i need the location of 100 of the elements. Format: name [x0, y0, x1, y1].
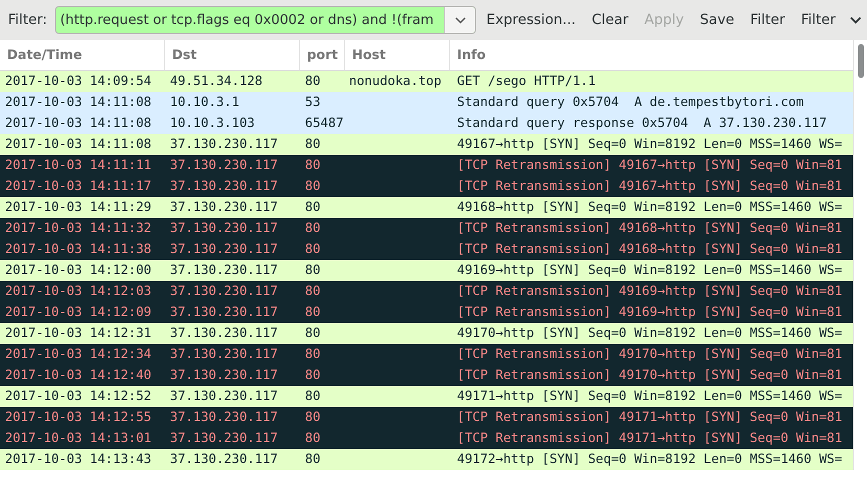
- packet-row[interactable]: 2017-10-03 14:12:40 37.130.230.117 80 [TCP Retransmission] 49170→http [SYN] Seq=0 Win=81: [0, 365, 853, 386]
- table-cell-text: 37.130.230.117: [169, 136, 279, 154]
- table-cell-text: 37.130.230.117: [169, 409, 279, 427]
- packet-row[interactable]: 2017-10-03 14:11:11 37.130.230.117 80 [TCP Retransmission] 49167→http [SYN] Seq=0 Win=81: [0, 155, 853, 176]
- table-cell-text: 80: [304, 409, 322, 427]
- table-cell-text: 49.51.34.128: [169, 73, 264, 91]
- table-cell-text: 2017-10-03 14:13:43: [4, 451, 152, 469]
- table-cell-text: 10.10.3.1: [169, 94, 240, 112]
- packet-row[interactable]: 2017-10-03 14:12:55 37.130.230.117 80 [TCP Retransmission] 49171→http [SYN] Seq=0 Win=81: [0, 407, 853, 428]
- table-cell-text: 2017-10-03 14:12:40: [4, 367, 152, 385]
- table-cell-text: 80: [304, 346, 322, 364]
- table-cell-text: [TCP Retransmission] 49169→http [SYN] Seq=0 Win=81: [456, 283, 844, 301]
- table-cell-text: [TCP Retransmission] 49167→http [SYN] Seq=0 Win=81: [456, 178, 844, 196]
- table-cell-text: [TCP Retransmission] 49169→http [SYN] Seq=0 Win=81: [456, 304, 844, 322]
- table-cell-text: GET /sego HTTP/1.1: [456, 73, 597, 91]
- scrollbar[interactable]: [853, 40, 867, 470]
- table-cell-text: 37.130.230.117: [169, 262, 279, 280]
- packet-row[interactable]: 2017-10-03 14:12:09 37.130.230.117 80 [TCP Retransmission] 49169→http [SYN] Seq=0 Win=81: [0, 302, 853, 323]
- table-cell-text: 37.130.230.117: [169, 283, 279, 301]
- table-cell-text: 10.10.3.103: [169, 115, 256, 133]
- table-cell-text: 37.130.230.117: [169, 199, 279, 217]
- packet-row[interactable]: 2017-10-03 14:11:08 37.130.230.117 80 49167→http [SYN] Seq=0 Win=8192 Len=0 MSS=1460 WS=: [0, 134, 853, 155]
- packet-row[interactable]: 2017-10-03 14:13:43 37.130.230.117 80 49172→http [SYN] Seq=0 Win=8192 Len=0 MSS=1460 WS=: [0, 449, 853, 470]
- table-cell-text: 65487: [304, 115, 345, 133]
- table-cell-text: Standard query response 0x5704 A 37.130.230.117: [456, 115, 828, 133]
- packet-row[interactable]: 2017-10-03 14:12:03 37.130.230.117 80 [TCP Retransmission] 49169→http [SYN] Seq=0 Win=81: [0, 281, 853, 302]
- table-cell-text: [TCP Retransmission] 49168→http [SYN] Seq=0 Win=81: [456, 220, 844, 238]
- packet-row[interactable]: 2017-10-03 14:11:29 37.130.230.117 80 49168→http [SYN] Seq=0 Win=8192 Len=0 MSS=1460 WS=: [0, 197, 853, 218]
- packet-row[interactable]: 2017-10-03 14:11:38 37.130.230.117 80 [TCP Retransmission] 49168→http [SYN] Seq=0 Win=81: [0, 239, 853, 260]
- table-cell-text: 37.130.230.117: [169, 178, 279, 196]
- toolbar-button[interactable]: Expression...: [480, 8, 582, 32]
- column-header[interactable]: Date/Time: [0, 40, 165, 70]
- table-cell-text: 37.130.230.117: [169, 325, 279, 343]
- table-cell-text: [TCP Retransmission] 49171→http [SYN] Seq=0 Win=81: [456, 409, 844, 427]
- table-cell-text: 53: [304, 94, 322, 112]
- table-cell-text: 2017-10-03 14:12:52: [4, 388, 152, 406]
- table-cell-text: 49169→http [SYN] Seq=0 Win=8192 Len=0 MSS=1460 WS=: [456, 262, 844, 280]
- packet-row[interactable]: 2017-10-03 14:12:31 37.130.230.117 80 49170→http [SYN] Seq=0 Win=8192 Len=0 MSS=1460 WS=: [0, 323, 853, 344]
- toolbar-button[interactable]: Filter: [794, 8, 842, 32]
- table-cell-text: [TCP Retransmission] 49170→http [SYN] Seq=0 Win=81: [456, 367, 844, 385]
- table-cell-text: 2017-10-03 14:12:34: [4, 346, 152, 364]
- table-cell-text: 49171→http [SYN] Seq=0 Win=8192 Len=0 MSS=1460 WS=: [456, 388, 844, 406]
- table-cell-text: 2017-10-03 14:11:08: [4, 115, 152, 133]
- table-cell-text: 49168→http [SYN] Seq=0 Win=8192 Len=0 MSS=1460 WS=: [456, 199, 844, 217]
- chevron-icon[interactable]: [850, 16, 861, 24]
- table-cell-text: 80: [304, 325, 322, 343]
- table-cell-text: 80: [304, 388, 322, 406]
- table-cell-text: 80: [304, 157, 322, 175]
- packet-row[interactable]: 2017-10-03 14:13:01 37.130.230.117 80 [TCP Retransmission] 49171→http [SYN] Seq=0 Win=81: [0, 428, 853, 449]
- table-cell-text: nonudoka.top: [348, 73, 442, 91]
- table-cell-text: [TCP Retransmission] 49168→http [SYN] Seq=0 Win=81: [456, 241, 844, 259]
- table-cell-text: 37.130.230.117: [169, 157, 279, 175]
- table-cell-text: 37.130.230.117: [169, 430, 279, 448]
- packet-row[interactable]: 2017-10-03 14:12:00 37.130.230.117 80 49169→http [SYN] Seq=0 Win=8192 Len=0 MSS=1460 WS=: [0, 260, 853, 281]
- table-cell-text: 80: [304, 451, 322, 469]
- packet-row[interactable]: 2017-10-03 14:11:32 37.130.230.117 80 [TCP Retransmission] 49168→http [SYN] Seq=0 Win=81: [0, 218, 853, 239]
- column-header[interactable]: Host: [345, 40, 450, 70]
- table-cell-text: 49172→http [SYN] Seq=0 Win=8192 Len=0 MSS=1460 WS=: [456, 451, 844, 469]
- packet-row[interactable]: 2017-10-03 14:12:34 37.130.230.117 80 [TCP Retransmission] 49170→http [SYN] Seq=0 Win=81: [0, 344, 853, 365]
- table-cell-text: 2017-10-03 14:12:03: [4, 283, 152, 301]
- table-cell-text: [TCP Retransmission] 49170→http [SYN] Seq=0 Win=81: [456, 346, 844, 364]
- table-cell-text: 2017-10-03 14:11:11: [4, 157, 152, 175]
- table-cell-text: 80: [304, 220, 322, 238]
- column-header[interactable]: Dst: [165, 40, 300, 70]
- packet-row[interactable]: 2017-10-03 14:11:08 10.10.3.103 65487 Standard query response 0x5704 A 37.130.230.117: [0, 113, 853, 134]
- filter-label: Filter:: [8, 12, 48, 28]
- packet-row[interactable]: 2017-10-03 14:09:54 49.51.34.128 80 nonudoka.top GET /sego HTTP/1.1: [0, 71, 853, 92]
- column-header[interactable]: port: [300, 40, 345, 70]
- toolbar-button[interactable]: Clear: [586, 8, 634, 32]
- packet-row[interactable]: 2017-10-03 14:12:52 37.130.230.117 80 49171→http [SYN] Seq=0 Win=8192 Len=0 MSS=1460 WS=: [0, 386, 853, 407]
- table-cell-text: 2017-10-03 14:11:08: [4, 136, 152, 154]
- table-cell-text: 80: [304, 367, 322, 385]
- table-cell-text: 2017-10-03 14:11:32: [4, 220, 152, 238]
- table-cell-text: 2017-10-03 14:09:54: [4, 73, 152, 91]
- table-cell-text: 37.130.230.117: [169, 451, 279, 469]
- table-cell-text: 2017-10-03 14:12:55: [4, 409, 152, 427]
- table-cell-text: 2017-10-03 14:12:09: [4, 304, 152, 322]
- table-cell-text: 37.130.230.117: [169, 367, 279, 385]
- packet-row[interactable]: 2017-10-03 14:11:17 37.130.230.117 80 [TCP Retransmission] 49167→http [SYN] Seq=0 Win=81: [0, 176, 853, 197]
- table-cell-text: 37.130.230.117: [169, 241, 279, 259]
- toolbar-button[interactable]: Filter: [744, 8, 791, 32]
- table-cell-text: 80: [304, 262, 322, 280]
- table-cell-text: 80: [304, 178, 322, 196]
- toolbar-button[interactable]: Save: [694, 8, 740, 32]
- table-cell-text: 37.130.230.117: [169, 304, 279, 322]
- column-header[interactable]: Info: [450, 40, 853, 70]
- filter-field[interactable]: (http.request or tcp.flags eq 0x0002 or dns) and !(fram: [55, 6, 476, 34]
- packet-row[interactable]: 2017-10-03 14:11:08 10.10.3.1 53 Standard query 0x5704 A de.tempestbytori.com: [0, 92, 853, 113]
- table-cell-text: 2017-10-03 14:13:01: [4, 430, 152, 448]
- table-cell-text: 37.130.230.117: [169, 220, 279, 238]
- table-cell-text: 2017-10-03 14:12:31: [4, 325, 152, 343]
- table-cell-text: 49167→http [SYN] Seq=0 Win=8192 Len=0 MSS=1460 WS=: [456, 136, 844, 154]
- table-cell-text: 80: [304, 430, 322, 448]
- dropdown-button[interactable]: [444, 7, 476, 33]
- table-cell-text: 80: [304, 199, 322, 217]
- table-cell-text: 2017-10-03 14:12:00: [4, 262, 152, 280]
- caret-icon: [454, 16, 466, 24]
- table-cell-text: 2017-10-03 14:11:38: [4, 241, 152, 259]
- table-cell-text: 37.130.230.117: [169, 346, 279, 364]
- table-cell-text: 80: [304, 283, 322, 301]
